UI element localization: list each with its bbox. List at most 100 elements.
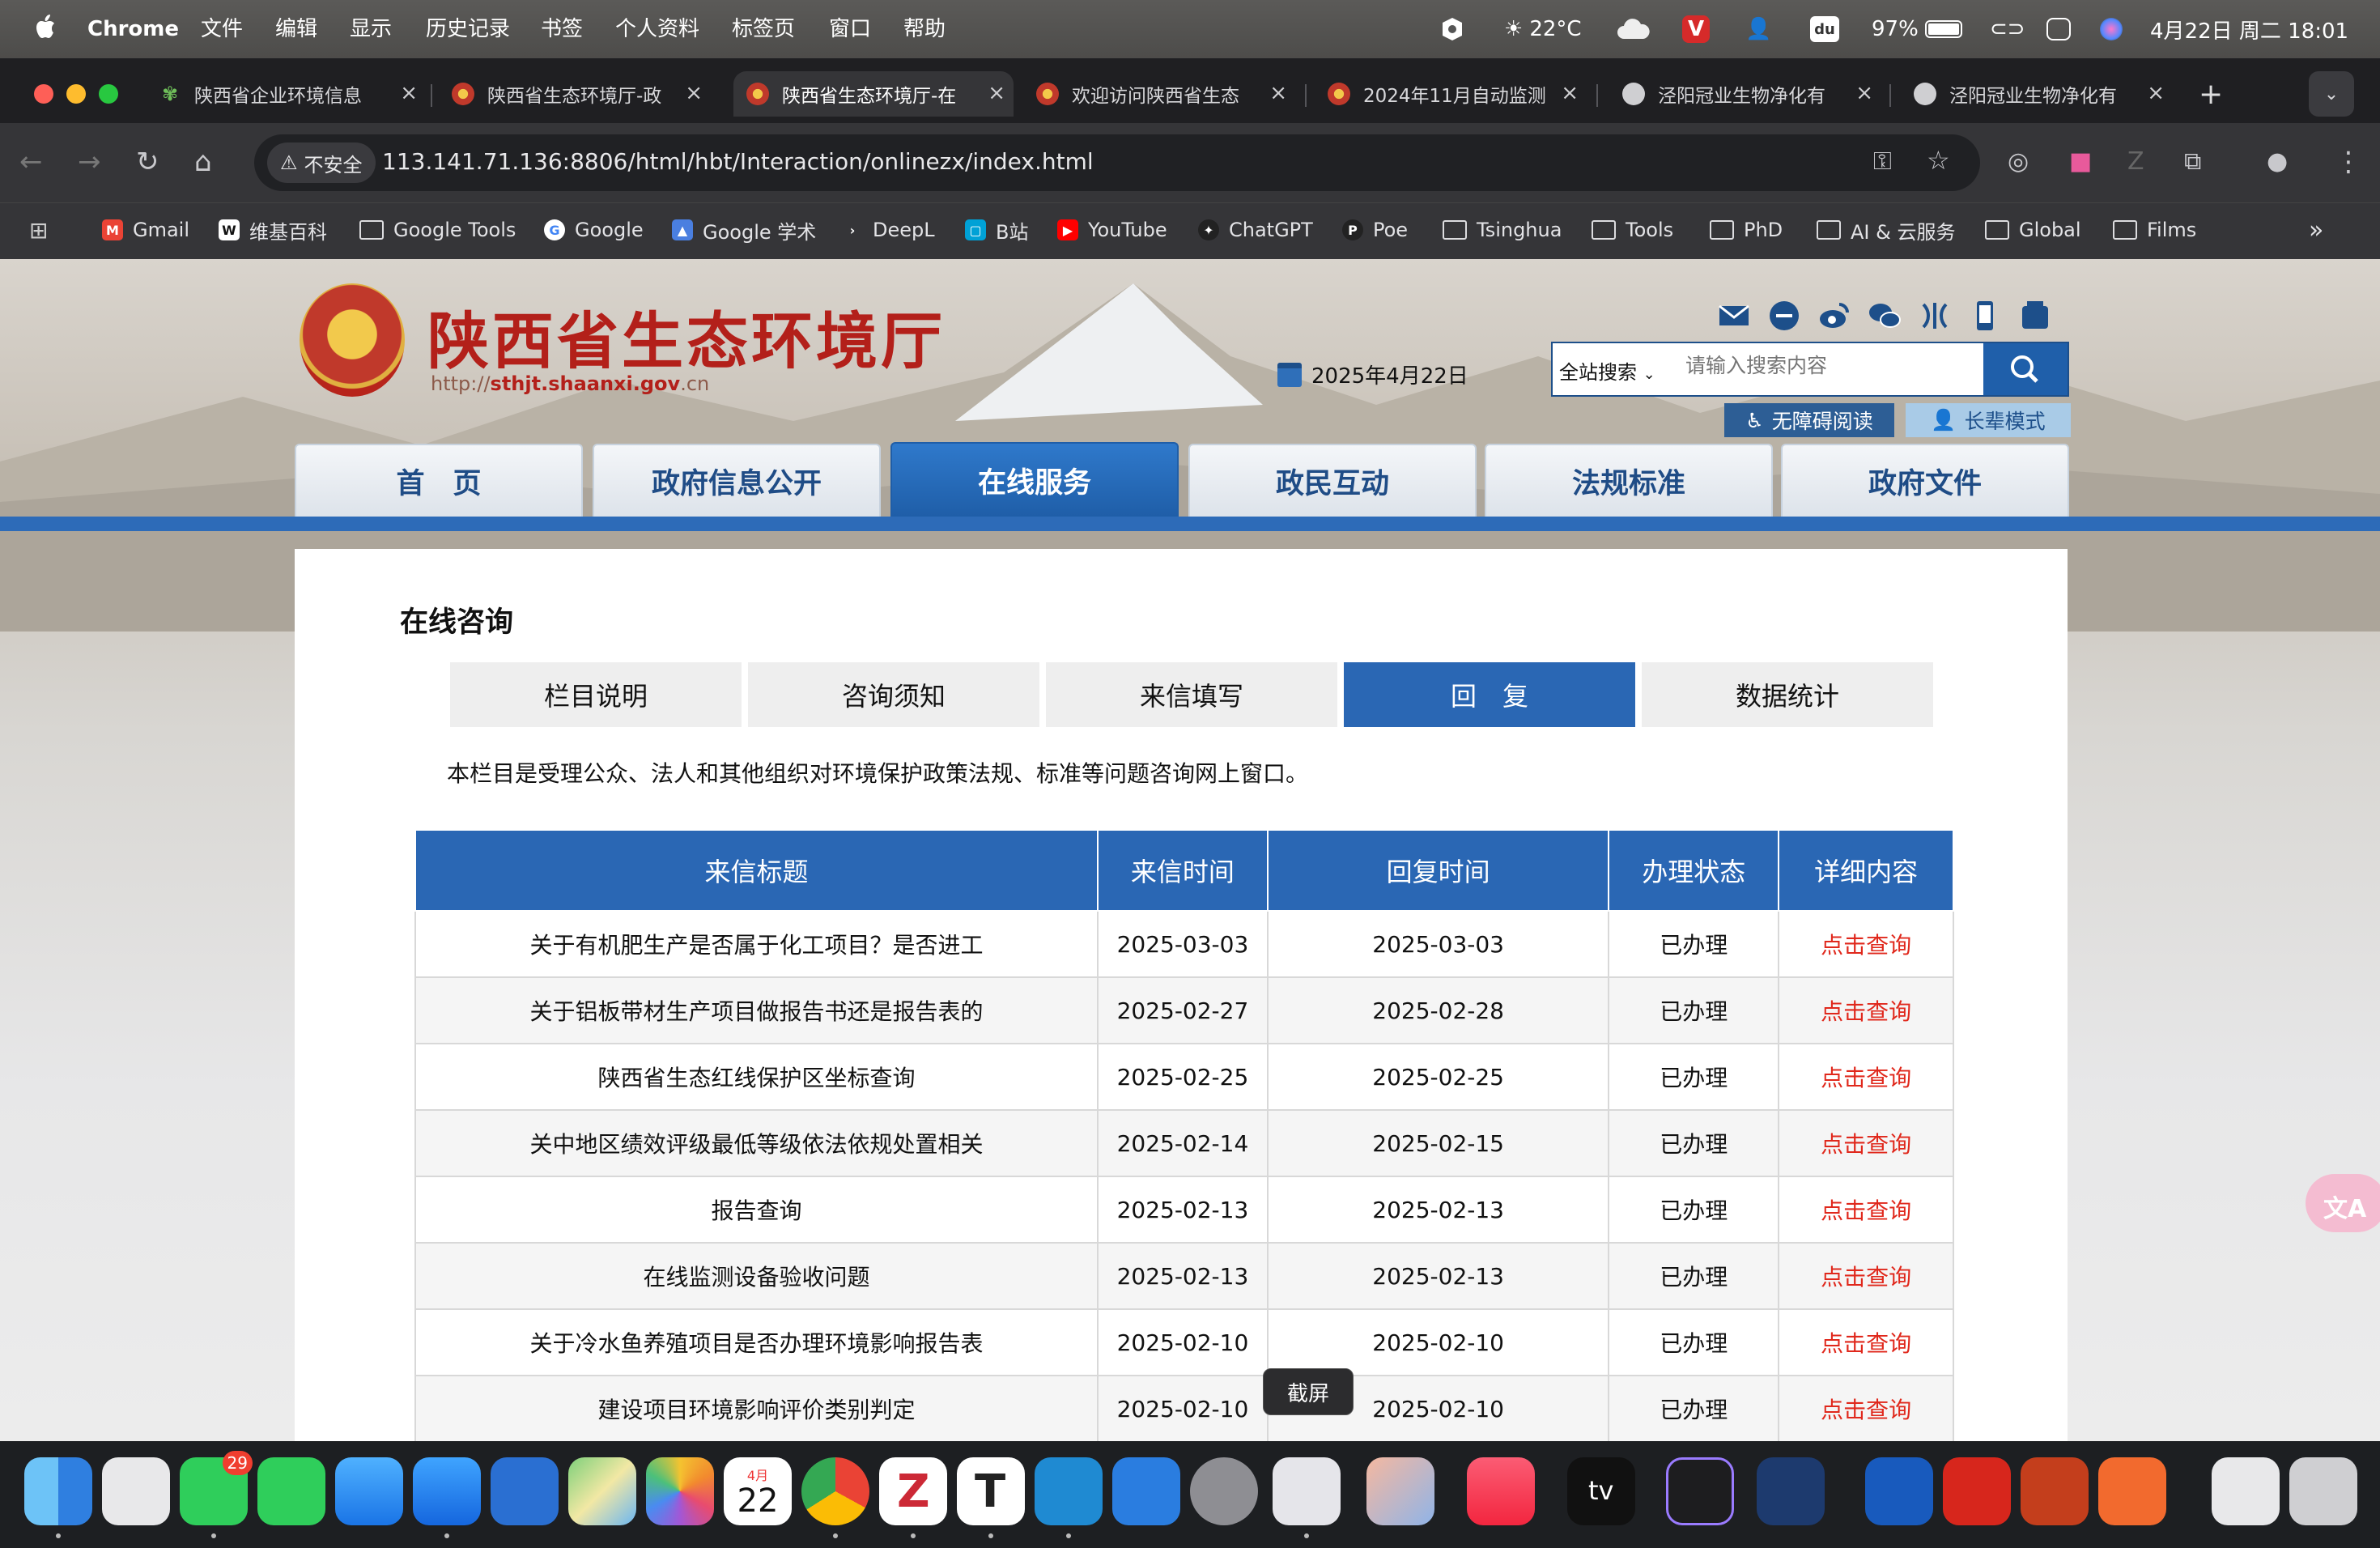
app-store-icon[interactable] — [413, 1457, 481, 1525]
browser-tab[interactable]: 泾阳冠业生物净化有 × — [1622, 71, 1881, 117]
apple-icon[interactable] — [32, 11, 60, 44]
menu-app-name[interactable]: Chrome — [87, 16, 179, 42]
chat-bubble-icon[interactable] — [1766, 298, 1802, 334]
browser-tab[interactable]: 陕西省生态环境厅-政 × — [452, 71, 711, 117]
view-details-link[interactable]: 点击查询 — [1778, 910, 1954, 978]
nav-regulations[interactable]: 法规标准 — [1485, 444, 1773, 517]
bookmark-youtube[interactable]: ▶ YouTube — [1057, 209, 1167, 251]
close-tab-icon[interactable]: × — [685, 81, 703, 105]
subtab-notice[interactable]: 咨询须知 — [748, 662, 1039, 727]
prompt-icon[interactable] — [1757, 1457, 1825, 1525]
bookmark-google-scholar[interactable]: ▲ Google 学术 — [672, 209, 816, 251]
forward-icon[interactable]: → — [78, 146, 101, 178]
user-icon[interactable]: 👤 — [1745, 15, 1771, 44]
view-details-link[interactable]: 点击查询 — [1778, 1375, 1954, 1441]
subtab-column-intro[interactable]: 栏目说明 — [450, 662, 742, 727]
close-tab-icon[interactable]: × — [1561, 81, 1579, 105]
photos-icon[interactable] — [646, 1457, 714, 1525]
menu-profiles[interactable]: 个人资料 — [615, 16, 699, 42]
app-icon[interactable] — [2017, 298, 2053, 334]
control-center-icon[interactable] — [2046, 15, 2071, 44]
bookmark-ai-cloud[interactable]: AI & 云服务 — [1817, 209, 1955, 251]
bookmark-wikipedia[interactable]: W 维基百科 — [219, 209, 327, 251]
chatbot-icon[interactable] — [1666, 1457, 1734, 1525]
apps-grid-icon[interactable]: ⊞ — [29, 209, 48, 251]
more-menu-icon[interactable]: ⋮ — [2335, 146, 2362, 178]
launchpad-icon[interactable] — [102, 1457, 170, 1525]
bookmark-tools[interactable]: Tools — [1592, 209, 1673, 251]
browser-tab[interactable]: 2024年11月自动监测 × — [1328, 71, 1587, 117]
menu-tabs[interactable]: 标签页 — [732, 16, 795, 42]
site-title[interactable]: 陕西省生态环境厅 — [427, 291, 946, 381]
nav-interaction[interactable]: 政民互动 — [1188, 444, 1477, 517]
browser-tab[interactable]: ✾ 陕西省企业环境信息 × — [159, 71, 426, 117]
back-icon[interactable]: ← — [19, 146, 43, 178]
close-tab-icon[interactable]: × — [1855, 81, 1873, 105]
view-details-link[interactable]: 点击查询 — [1778, 1043, 1954, 1111]
maps-icon[interactable] — [568, 1457, 636, 1525]
bookmark-tsinghua[interactable]: Tsinghua — [1443, 209, 1562, 251]
profile-avatar-icon[interactable]: ● — [2267, 146, 2288, 178]
reader-extension-icon[interactable]: ◎ — [2008, 146, 2029, 178]
view-details-link[interactable]: 点击查询 — [1778, 976, 1954, 1044]
downloads-stack-icon[interactable] — [2212, 1457, 2280, 1525]
bookmark-poe[interactable]: P Poe — [1342, 209, 1408, 251]
minimize-window-button[interactable] — [66, 84, 86, 104]
bookmark-global[interactable]: Global — [1985, 209, 2081, 251]
bookmark-gmail[interactable]: M Gmail — [102, 209, 189, 251]
letter-title[interactable]: 报告查询 — [414, 1176, 1099, 1244]
zoom-window-button[interactable] — [99, 84, 118, 104]
powerpoint-icon[interactable] — [2021, 1457, 2089, 1525]
mobile-icon[interactable] — [1967, 298, 2003, 334]
dictionary-icon[interactable] — [491, 1457, 559, 1525]
floating-translate-button[interactable]: 文A — [2306, 1174, 2380, 1232]
view-details-link[interactable]: 点击查询 — [1778, 1109, 1954, 1177]
menu-bookmarks[interactable]: 书签 — [541, 16, 583, 42]
address-bar[interactable]: ⚠ 不安全 113.141.71.136:8806/html/hbt/Intera… — [254, 134, 1980, 191]
system-settings-icon[interactable] — [1190, 1457, 1258, 1525]
iphone-mirroring-icon[interactable] — [1366, 1457, 1434, 1525]
translate-extension-icon[interactable]: ■ — [2069, 146, 2092, 178]
key-icon[interactable]: ⚿ — [1873, 146, 1892, 178]
url-text[interactable]: 113.141.71.136:8806/html/hbt/Interaction… — [382, 148, 1094, 175]
view-details-link[interactable]: 点击查询 — [1778, 1242, 1954, 1310]
menu-view[interactable]: 显示 — [350, 16, 392, 42]
vpn-icon[interactable] — [1441, 15, 1464, 44]
letter-title[interactable]: 关于冷水鱼养殖项目是否办理环境影响报告表 — [414, 1308, 1099, 1376]
home-icon[interactable]: ⌂ — [194, 146, 212, 178]
miniprogram-icon[interactable] — [1917, 298, 1953, 334]
finder-icon[interactable] — [24, 1457, 92, 1525]
menu-edit[interactable]: 编辑 — [275, 16, 317, 42]
messages-icon[interactable]: 29 — [180, 1451, 253, 1525]
tab-search-chevron-icon[interactable]: ⌄ — [2309, 71, 2354, 117]
bookmark-bilibili[interactable]: ▢ B站 — [965, 209, 1028, 251]
trash-icon[interactable] — [2289, 1457, 2357, 1525]
nav-gov-docs[interactable]: 政府文件 — [1781, 444, 2069, 517]
nav-gov-info[interactable]: 政府信息公开 — [593, 444, 881, 517]
bookmark-google[interactable]: G Google — [544, 209, 644, 251]
calendar-app-icon[interactable]: 4月 22 — [724, 1457, 792, 1525]
security-chip[interactable]: ⚠ 不安全 — [267, 142, 376, 183]
letter-title[interactable]: 陕西省生态红线保护区坐标查询 — [414, 1043, 1099, 1111]
apple-tv-icon[interactable]: tv — [1567, 1457, 1635, 1525]
close-tab-icon[interactable]: × — [400, 81, 418, 105]
mail-icon[interactable] — [1716, 298, 1752, 334]
nav-home[interactable]: 首 页 — [295, 444, 583, 517]
subtab-statistics[interactable]: 数据统计 — [1642, 662, 1933, 727]
zotero-extension-icon[interactable]: Z — [2127, 146, 2144, 178]
weibo-icon[interactable] — [1817, 298, 1852, 334]
link-icon[interactable]: ⊂⊃ — [1990, 15, 2025, 44]
letter-title[interactable]: 建设项目环境影响评价类别判定 — [414, 1375, 1099, 1441]
browser-tab[interactable]: 欢迎访问陕西省生态 × — [1036, 71, 1295, 117]
letter-title[interactable]: 关于铝板带材生产项目做报告书还是报告表的 — [414, 976, 1099, 1044]
music-icon[interactable] — [1467, 1457, 1535, 1525]
menu-window[interactable]: 窗口 — [829, 16, 871, 42]
bookmark-google-tools[interactable]: Google Tools — [359, 209, 516, 251]
chrome-icon[interactable] — [801, 1457, 869, 1525]
new-tab-button[interactable]: + — [2199, 71, 2231, 117]
elder-mode-button[interactable]: 👤 长辈模式 — [1906, 403, 2071, 437]
transfer-icon[interactable] — [2098, 1457, 2166, 1525]
close-tab-icon[interactable]: × — [988, 81, 1005, 105]
menubar-clock[interactable]: 4月22日 周二 18:01 — [2150, 15, 2348, 44]
siri-icon[interactable] — [2100, 15, 2123, 44]
